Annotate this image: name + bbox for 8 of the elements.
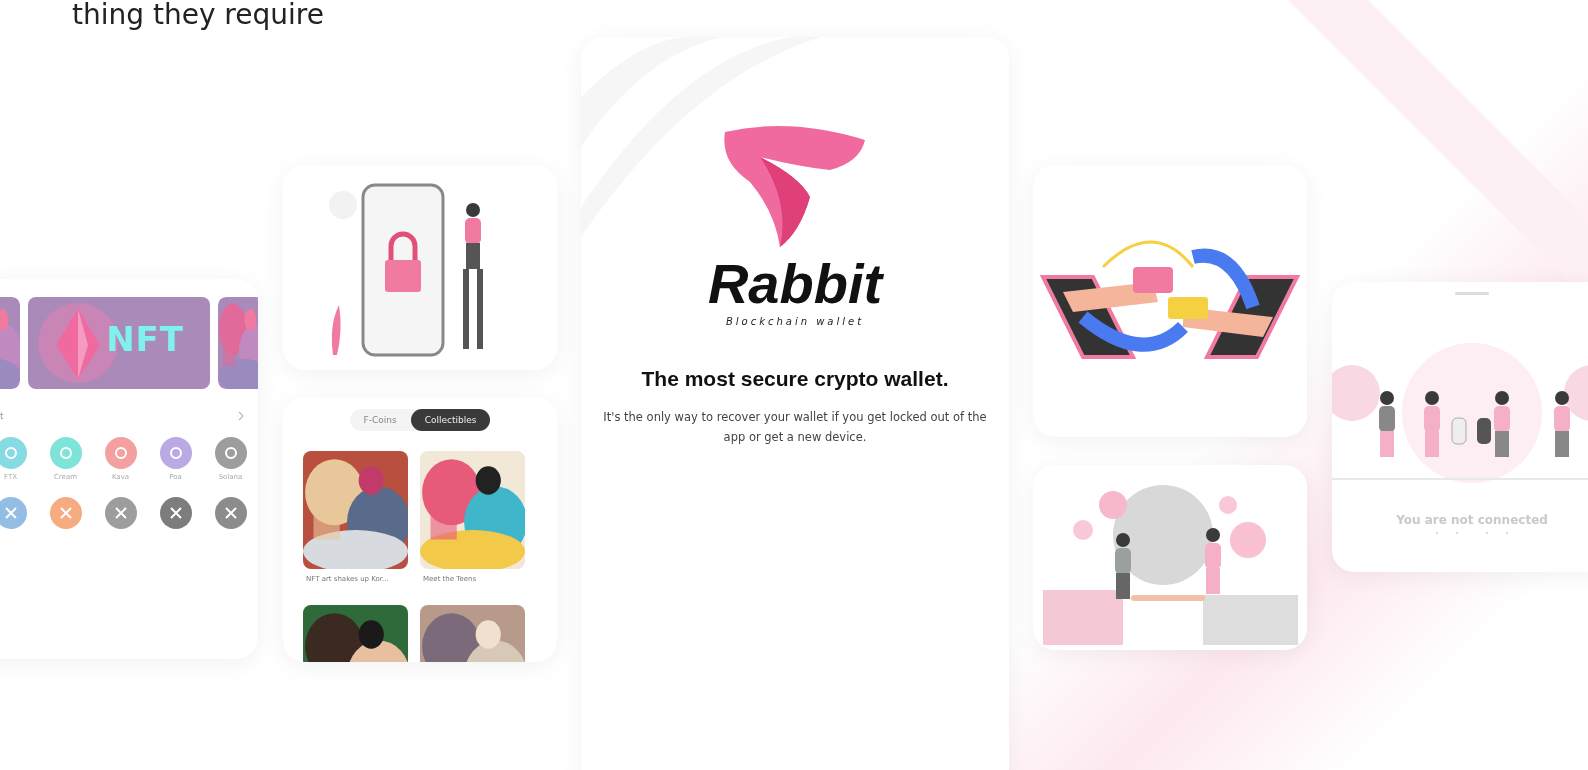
intro-text: thing they require (72, 0, 324, 31)
brand-name: Rabbit (707, 256, 883, 312)
tagline: Blockchain wallet (725, 316, 865, 327)
banner-title: NFT (106, 319, 184, 359)
heading: The most secure crypto wallet. (641, 367, 949, 391)
description: It's the only way to recover your wallet if you get locked out of the app or get a new device. (602, 409, 988, 446)
section-title: t (0, 411, 4, 421)
tab[interactable]: Collectibles (410, 409, 491, 431)
